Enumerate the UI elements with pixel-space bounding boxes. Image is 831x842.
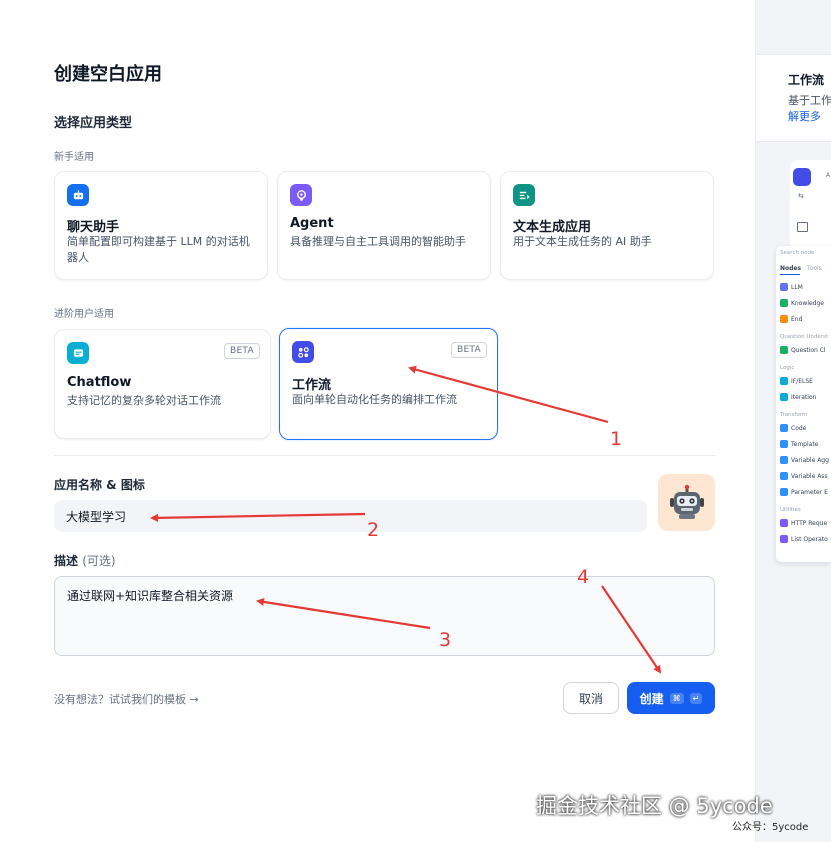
watermark-main: 掘金技术社区 @ 5ycode — [536, 794, 773, 818]
annotation-arrow-3 — [256, 597, 431, 630]
annotation-number-2: 2 — [367, 519, 380, 541]
watermark-sub: 公众号：5ycode — [732, 822, 809, 833]
annotation-number-1: 1 — [610, 428, 623, 450]
annotation-overlay — [150, 365, 662, 674]
annotation-arrow-1 — [408, 365, 609, 424]
annotation-number-3: 3 — [439, 629, 452, 651]
annotation-arrow-2 — [150, 512, 366, 522]
annotation-number-4: 4 — [577, 566, 590, 588]
annotation-arrow-4 — [601, 585, 662, 674]
